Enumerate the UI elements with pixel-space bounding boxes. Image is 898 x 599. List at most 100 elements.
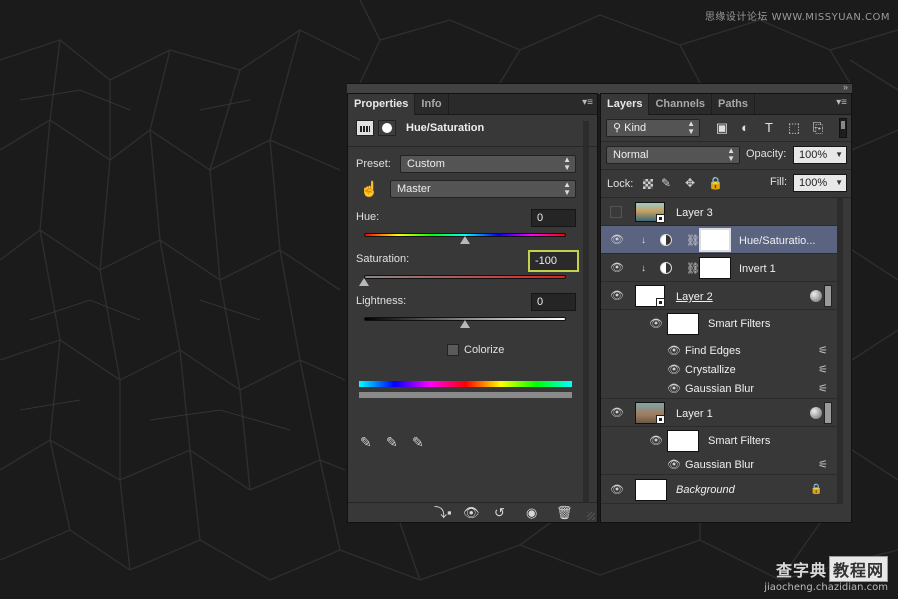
blend-mode-dropdown[interactable]: Normal ▲ ▼ (606, 146, 740, 164)
eye-icon[interactable]: 👁 (667, 460, 681, 471)
smart-object-badge-icon (656, 298, 665, 307)
layer-name: Hue/Saturatio... (739, 235, 816, 247)
hand-tool-icon[interactable]: ☝ (360, 180, 379, 198)
layer-row-selected[interactable]: 👁 ↓ ⛓ Hue/Saturatio... (601, 226, 838, 254)
opacity-label: Opacity: (746, 148, 787, 160)
lock-pixels-icon[interactable]: ✎ (661, 175, 671, 191)
eye-icon[interactable]: 👁 (667, 384, 681, 395)
blending-options-icon[interactable]: ⚟ (818, 344, 828, 357)
eye-icon[interactable]: 👁 (667, 346, 681, 357)
panel-menu-icon[interactable]: ▾≡ (582, 97, 593, 108)
smart-filter-options-icon[interactable] (810, 407, 822, 419)
tab-channels[interactable]: Channels (649, 94, 712, 114)
eyedropper-icon[interactable]: ✎ (360, 434, 376, 450)
reset-icon[interactable]: ↺ (494, 505, 505, 521)
filter-toggle[interactable] (839, 118, 847, 138)
layer-name: Layer 1 (676, 408, 713, 420)
visibility-toggle-off[interactable] (610, 206, 622, 218)
colorize-checkbox[interactable] (447, 344, 459, 356)
blending-options-icon[interactable]: ⚟ (818, 382, 828, 395)
channel-dropdown[interactable]: Master ▲ ▼ (390, 180, 576, 198)
saturation-input[interactable]: -100 (528, 250, 579, 272)
filter-kind-dropdown[interactable]: ⚲ Kind ▲ ▼ (606, 119, 700, 137)
eye-icon[interactable]: 👁 (667, 365, 681, 376)
hue-slider-thumb[interactable] (460, 236, 470, 244)
dropdown-arrows-icon: ▲ ▼ (727, 146, 735, 163)
tab-paths[interactable]: Paths (712, 94, 755, 114)
view-previous-state-icon[interactable]: 👁 (463, 505, 480, 521)
layer-mask-icon[interactable] (378, 120, 396, 136)
adjustment-filter-icon[interactable]: ◐ (737, 120, 753, 136)
mask-thumbnail[interactable] (699, 228, 731, 252)
eyedropper-subtract-icon[interactable]: ✎ (412, 434, 428, 450)
hue-input[interactable]: 0 (531, 209, 576, 227)
delete-adjustment-icon[interactable]: 🗑 (556, 505, 573, 521)
lightness-slider-thumb[interactable] (460, 320, 470, 328)
panel-menu-icon[interactable]: ▾≡ (836, 97, 847, 108)
blending-options-icon[interactable]: ⚟ (818, 363, 828, 376)
saturation-slider[interactable] (364, 275, 566, 279)
filter-row[interactable]: 👁 Gaussian Blur ⚟ (601, 380, 838, 399)
eye-icon[interactable]: 👁 (649, 319, 663, 330)
fill-arrow-icon[interactable]: ▼ (835, 175, 843, 191)
mask-thumbnail[interactable] (699, 257, 731, 279)
smart-filters-row[interactable]: 👁 Smart Filters (601, 427, 838, 455)
lock-label: Lock: (607, 178, 634, 190)
tab-properties[interactable]: Properties (348, 94, 416, 115)
link-chain-icon[interactable]: ⛓ (686, 262, 700, 275)
lock-all-icon[interactable]: 🔒 (708, 175, 723, 191)
filter-name: Gaussian Blur (685, 383, 755, 395)
filter-mask-thumbnail[interactable] (667, 313, 699, 335)
filter-row[interactable]: 👁 Find Edges ⚟ (601, 342, 838, 361)
link-chain-icon[interactable]: ⛓ (686, 234, 700, 247)
dropdown-arrows-icon: ▲ ▼ (563, 155, 571, 172)
fill-value: 100% (799, 177, 828, 189)
eye-icon[interactable]: 👁 (610, 235, 624, 246)
layer-row[interactable]: 👁 Background 🔒 (601, 476, 838, 504)
layer-row[interactable]: 👁 Layer 2 (601, 282, 838, 310)
eyedropper-add-icon[interactable]: ✎ (386, 434, 402, 450)
preset-dropdown[interactable]: Custom ▲ ▼ (400, 155, 576, 173)
eye-icon[interactable]: 👁 (610, 291, 624, 302)
opacity-arrow-icon[interactable]: ▼ (835, 147, 843, 163)
expand-collapse-icon[interactable] (824, 285, 832, 307)
layer-row[interactable]: 👁 Layer 1 (601, 399, 838, 427)
layer-row[interactable]: Layer 3 (601, 198, 838, 226)
smart-object-filter-icon[interactable]: ⎘ (810, 120, 826, 136)
lightness-input[interactable]: 0 (531, 293, 576, 311)
toggle-visibility-icon[interactable]: ◉ (526, 505, 537, 521)
layers-scrollbar[interactable] (837, 198, 843, 504)
tab-info[interactable]: Info (415, 94, 449, 114)
filter-kind-value: Kind (624, 122, 647, 134)
smart-filters-row[interactable]: 👁 Smart Filters (601, 310, 838, 338)
lock-position-icon[interactable]: ✥ (685, 175, 695, 191)
saturation-slider-thumb[interactable] (359, 278, 369, 286)
filter-mask-thumbnail[interactable] (667, 430, 699, 452)
properties-scrollbar[interactable] (583, 121, 589, 503)
blend-row: Normal ▲ ▼ Opacity: 100% ▼ (601, 142, 851, 170)
layer-row[interactable]: 👁 ↓ ⛓ Invert 1 (601, 254, 838, 282)
collapse-panels-icon[interactable]: » (843, 82, 848, 92)
filter-row[interactable]: 👁 Crystallize ⚟ (601, 361, 838, 380)
expand-collapse-icon[interactable] (824, 402, 832, 424)
opacity-input[interactable]: 100% ▼ (793, 146, 847, 164)
fill-input[interactable]: 100% ▼ (793, 174, 847, 192)
tab-layers[interactable]: Layers (601, 94, 650, 115)
eye-icon[interactable]: 👁 (649, 436, 663, 447)
clip-to-layer-icon[interactable]: ⤵▪ (434, 505, 452, 521)
eye-icon[interactable]: 👁 (610, 408, 624, 419)
lock-transparent-icon[interactable] (643, 179, 653, 189)
watermark-bottom: 查字典 教程网 jiaocheng.chazidian.com (764, 556, 888, 593)
hue-label: Hue: (356, 211, 380, 223)
eye-icon[interactable]: 👁 (610, 485, 624, 496)
properties-tabbar: Properties Info ▾≡ (348, 94, 597, 115)
shape-filter-icon[interactable]: ⬚ (786, 120, 802, 136)
smart-filter-options-icon[interactable] (810, 290, 822, 302)
eye-icon[interactable]: 👁 (610, 263, 624, 274)
pixel-filter-icon[interactable]: ▣ (714, 120, 730, 136)
resize-grip-icon[interactable] (587, 512, 595, 520)
type-filter-icon[interactable]: T (761, 120, 777, 136)
opacity-value: 100% (799, 149, 828, 161)
filter-row[interactable]: 👁 Gaussian Blur ⚟ (601, 456, 838, 475)
blending-options-icon[interactable]: ⚟ (818, 458, 828, 471)
